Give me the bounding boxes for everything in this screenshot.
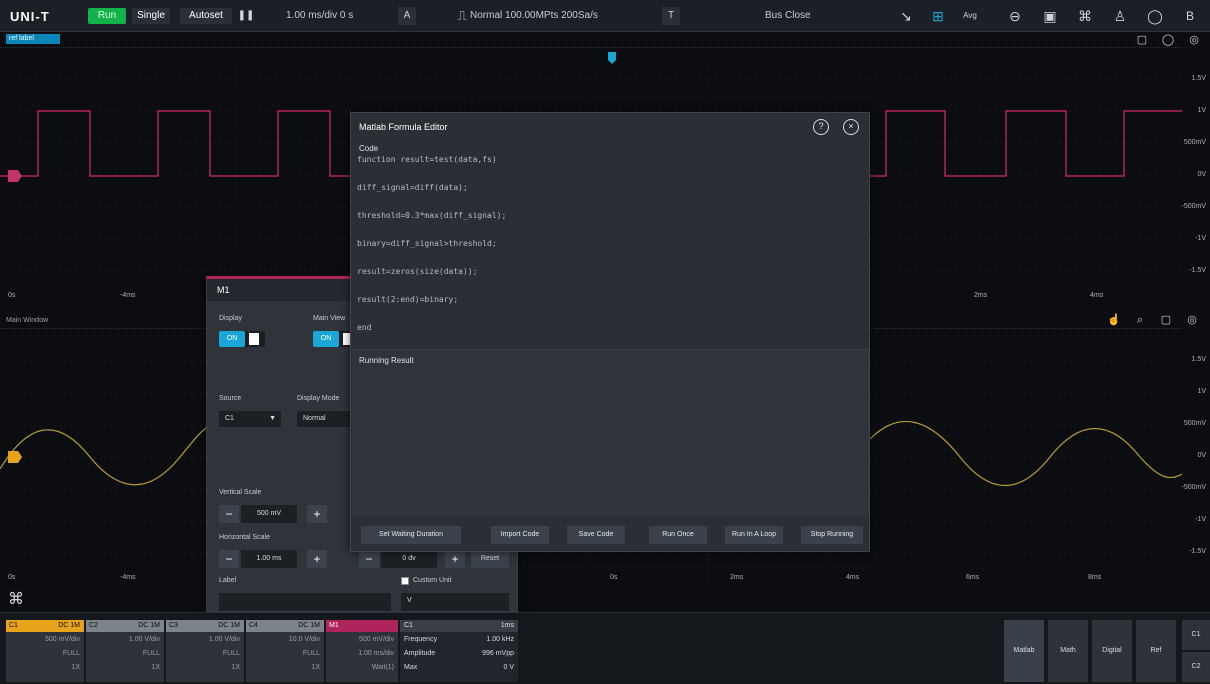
- code-line: threshold=0.3*max(diff_signal);: [357, 211, 507, 220]
- math-button[interactable]: Math: [1048, 620, 1088, 682]
- trigger-t-icon[interactable]: T: [662, 7, 680, 25]
- pulse-icon: ⎍: [457, 8, 467, 23]
- vscale-value[interactable]: 500 mV: [241, 505, 297, 523]
- display-toggle[interactable]: ON: [219, 331, 265, 347]
- source-label: Source: [219, 395, 242, 402]
- main-window-label: Main Window: [6, 317, 49, 324]
- acquire-readout[interactable]: Normal 100.00MPts 200Sa/s: [470, 8, 598, 24]
- side-c1-button[interactable]: C1: [1182, 620, 1210, 650]
- utility-icon[interactable]: ⌘: [1075, 6, 1095, 26]
- code-label: Code: [359, 144, 379, 153]
- import-code-button[interactable]: Import Code: [491, 526, 549, 544]
- timebase-readout[interactable]: 1.00 ms/div 0 s: [286, 8, 353, 24]
- source-select[interactable]: C1 ▼: [219, 411, 281, 427]
- top-toolbar: UNI-T Run Single Autoset ❚❚ 1.00 ms/div …: [0, 0, 1210, 32]
- menu-grid-icon[interactable]: ⌘: [8, 590, 28, 610]
- single-button[interactable]: Single: [132, 8, 170, 24]
- magnify-icon[interactable]: ⌕: [1130, 310, 1150, 330]
- offset-plus-button[interactable]: +: [445, 550, 465, 568]
- measurement-panel[interactable]: C1 1ms Frequency 1.00 kHz Amplitude 996 mVp…: [400, 620, 518, 682]
- ref-button[interactable]: Ref: [1136, 620, 1176, 682]
- bus-status[interactable]: Bus Close: [765, 8, 811, 24]
- custom-unit-checkbox[interactable]: [401, 577, 409, 585]
- unit-input[interactable]: V: [401, 593, 509, 611]
- running-result-label: Running Result: [359, 356, 414, 365]
- measure-icon[interactable]: ⊞: [928, 6, 948, 26]
- save-icon[interactable]: ▣: [1040, 6, 1060, 26]
- code-line: diff_signal=diff(data);: [357, 183, 468, 192]
- upper-voltage-scale: 1.5V 1V 500mV 0V -500mV -1V -1.5V: [1181, 47, 1210, 299]
- set-waiting-duration-button[interactable]: Set Waiting Duration: [361, 526, 461, 544]
- cursor-icon[interactable]: ↘: [896, 6, 916, 26]
- lower-voltage-scale: 1.5V 1V 500mV 0V -500mV -1V -1.5V: [1181, 328, 1210, 590]
- code-editor[interactable]: function result=test(data,fs) diff_signa…: [357, 155, 865, 345]
- hand-icon[interactable]: ☝: [1104, 310, 1124, 330]
- label-label: Label: [219, 577, 237, 584]
- editor-title: Matlab Formula Editor: [359, 122, 448, 132]
- vertical-scale-label: Vertical Scale: [219, 489, 262, 496]
- matlab-button[interactable]: Matlab: [1004, 620, 1044, 682]
- display-mode-label: Display Mode: [297, 395, 340, 402]
- side-c2-button[interactable]: C2: [1182, 652, 1210, 682]
- matlab-formula-editor[interactable]: Matlab Formula Editor ? × Code function …: [350, 112, 870, 552]
- channel-c3-info[interactable]: C3 DC 1M 1.00 V/div FULL 1X: [166, 620, 244, 682]
- channel-c1-info[interactable]: C1 DC 1M 500 mV/div FULL 1X: [6, 620, 84, 682]
- pause-icon[interactable]: ❚❚: [236, 6, 256, 26]
- record-icon[interactable]: ⊖: [1005, 6, 1025, 26]
- hscale-value[interactable]: 1.00 ms: [241, 550, 297, 568]
- label-input[interactable]: [219, 593, 391, 611]
- reset-button[interactable]: Reset: [471, 550, 509, 568]
- brand-logo: UNI-T: [10, 9, 50, 24]
- vscale-plus-button[interactable]: +: [307, 505, 327, 523]
- channel-m1-info[interactable]: M1 500 mV/div 1.00 ms/div Wait(1): [326, 620, 398, 682]
- zoom-icon-2[interactable]: ◎: [1182, 310, 1202, 330]
- logo-icon[interactable]: B: [1180, 6, 1200, 26]
- help-icon[interactable]: ?: [813, 119, 829, 135]
- display-mode-select[interactable]: Normal: [297, 411, 353, 427]
- horizontal-scale-label: Horizontal Scale: [219, 534, 270, 541]
- trigger-auto-icon[interactable]: A: [398, 7, 416, 25]
- help-icon[interactable]: ◯: [1145, 6, 1165, 26]
- square-icon-2[interactable]: ▢: [1156, 310, 1176, 330]
- run-in-loop-button[interactable]: Run In A Loop: [725, 526, 783, 544]
- channel-c4-info[interactable]: C4 DC 1M 10.0 V/div FULL 1X: [246, 620, 324, 682]
- display-label: Display: [219, 315, 242, 322]
- code-line: result(2:end)=binary;: [357, 295, 459, 304]
- offset-value[interactable]: 0 dv: [381, 550, 437, 568]
- display-icon[interactable]: ♙: [1110, 6, 1130, 26]
- running-result-panel: Running Result: [352, 349, 869, 517]
- close-icon[interactable]: ×: [843, 119, 859, 135]
- hscale-plus-button[interactable]: +: [307, 550, 327, 568]
- chevron-down-icon: ▼: [269, 415, 276, 422]
- code-line: result=zeros(size(data));: [357, 267, 478, 276]
- custom-unit-label: Custom Unit: [413, 577, 452, 584]
- ref-label-tag[interactable]: ref label: [6, 34, 60, 44]
- c1-ground-marker: [8, 451, 22, 463]
- trigger-position-marker: [608, 52, 616, 64]
- run-stop-button[interactable]: Run: [88, 8, 126, 24]
- offset-minus-button[interactable]: −: [359, 550, 379, 568]
- hscale-minus-button[interactable]: −: [219, 550, 239, 568]
- autoset-button[interactable]: Autoset: [180, 8, 232, 24]
- code-line: binary=diff_signal>threshold;: [357, 239, 497, 248]
- m1-ground-marker: [8, 170, 22, 182]
- code-line: function result=test(data,fs): [357, 155, 497, 164]
- stop-running-button[interactable]: Stop Running: [801, 526, 863, 544]
- code-line: end: [357, 323, 372, 332]
- channel-c2-info[interactable]: C2 DC 1M 1.00 V/div FULL 1X: [86, 620, 164, 682]
- math-icon[interactable]: Avg: [960, 6, 980, 26]
- save-code-button[interactable]: Save Code: [567, 526, 625, 544]
- vscale-minus-button[interactable]: −: [219, 505, 239, 523]
- digital-button[interactable]: Digital: [1092, 620, 1132, 682]
- run-once-button[interactable]: Run Once: [649, 526, 707, 544]
- main-view-label: Main View: [313, 315, 346, 322]
